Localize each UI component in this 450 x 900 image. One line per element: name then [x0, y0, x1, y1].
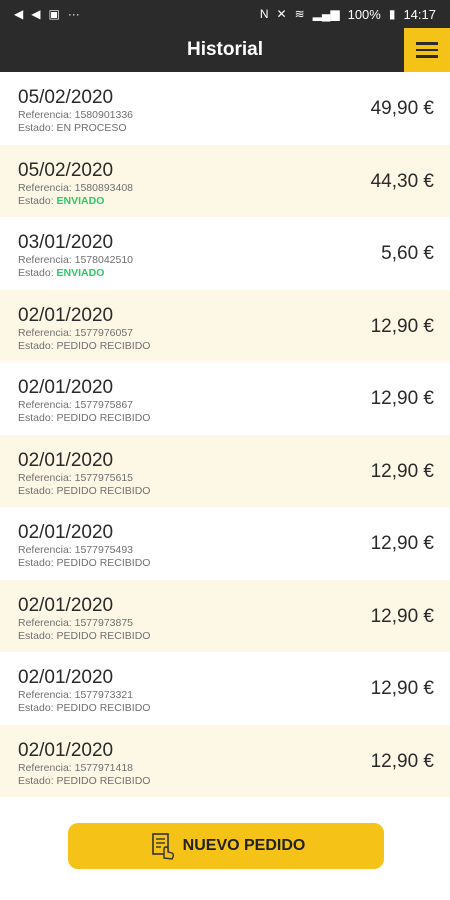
order-amount: 44,30 €	[370, 170, 434, 192]
menu-button[interactable]	[404, 28, 450, 72]
reference-value: 1577973321	[74, 689, 134, 701]
reference-value: 1580893408	[74, 181, 134, 194]
reference-label: Referencia:	[18, 689, 75, 701]
state-label: Estado:	[18, 774, 57, 787]
mute-icon: ✕	[276, 7, 287, 21]
order-state: Estado: ENVIADO	[18, 195, 432, 208]
order-row[interactable]: 02/01/2020 Referencia: 1577975493 Estado: …	[0, 507, 450, 580]
status-right-icons: N ✕ ≋ ▂▄▆ 100% ▮ 14:17	[260, 7, 436, 22]
state-label: Estado:	[18, 194, 57, 207]
state-value: ENVIADO	[56, 194, 105, 207]
app-bar: Historial	[0, 28, 450, 72]
order-amount: 12,90 €	[370, 750, 434, 772]
order-amount: 12,90 €	[370, 388, 434, 409]
order-amount: 5,60 €	[381, 243, 434, 264]
order-amount: 49,90 €	[370, 98, 434, 119]
state-value: PEDIDO RECIBIDO	[56, 557, 151, 569]
order-row[interactable]: 02/01/2020 Referencia: 1577976057 Estado: …	[0, 289, 450, 362]
order-date: 03/01/2020	[18, 232, 114, 253]
clock: 14:17	[403, 6, 436, 22]
order-row[interactable]: 02/01/2020 Referencia: 1577973321 Estado: …	[0, 652, 450, 725]
reference-label: Referencia:	[18, 471, 75, 484]
reference-label: Referencia:	[18, 181, 75, 194]
order-amount: 12,90 €	[370, 605, 434, 627]
state-value: EN PROCESO	[56, 122, 127, 134]
state-value: PEDIDO RECIBIDO	[56, 339, 151, 352]
reference-value: 1577976057	[74, 326, 134, 339]
order-state: Estado: PEDIDO RECIBIDO	[18, 775, 432, 788]
new-order-label: NUEVO PEDIDO	[182, 837, 306, 854]
hamburger-menu-icon	[416, 55, 438, 58]
reference-label: Referencia:	[18, 254, 75, 266]
order-row[interactable]: 02/01/2020 Referencia: 1577971418 Estado: …	[0, 724, 450, 797]
status-left-icons: ◀ ◀ ▣ ···	[14, 8, 80, 20]
order-state: Estado: PEDIDO RECIBIDO	[18, 557, 432, 570]
order-amount: 12,90 €	[370, 533, 434, 554]
reference-label: Referencia:	[18, 544, 75, 556]
reference-label: Referencia:	[18, 109, 75, 121]
order-reference: Referencia: 1578042510	[18, 254, 432, 267]
order-state: Estado: PEDIDO RECIBIDO	[18, 340, 432, 353]
order-amount: 12,90 €	[370, 678, 434, 699]
state-label: Estado:	[18, 412, 57, 424]
hamburger-menu-icon	[416, 42, 438, 45]
state-label: Estado:	[18, 267, 57, 279]
order-row[interactable]: 02/01/2020 Referencia: 1577975615 Estado: …	[0, 434, 450, 507]
back-arrow-icon: ◀	[14, 7, 24, 21]
page-title: Historial	[186, 39, 264, 60]
order-state: Estado: PEDIDO RECIBIDO	[18, 630, 432, 643]
state-value: PEDIDO RECIBIDO	[56, 484, 151, 497]
reference-value: 1577975493	[74, 544, 134, 556]
state-value: PEDIDO RECIBIDO	[56, 412, 151, 424]
order-state: Estado: PEDIDO RECIBIDO	[18, 485, 432, 498]
reference-value: 1577975615	[74, 471, 134, 484]
reference-label: Referencia:	[18, 326, 75, 339]
battery-icon: ▮	[388, 7, 396, 21]
order-row[interactable]: 02/01/2020 Referencia: 1577973875 Estado: …	[0, 579, 450, 652]
image-icon: ▣	[48, 7, 60, 21]
order-amount: 12,90 €	[370, 315, 434, 337]
reference-label: Referencia:	[18, 399, 75, 411]
order-history-list: 05/02/2020 Referencia: 1580901336 Estado: …	[0, 72, 450, 797]
status-bar: ◀ ◀ ▣ ··· N ✕ ≋ ▂▄▆ 100% ▮ 14:17	[0, 0, 450, 28]
reference-value: 1577975867	[74, 399, 134, 411]
reference-value: 1578042510	[74, 254, 134, 266]
state-value: PEDIDO RECIBIDO	[56, 774, 151, 787]
new-order-button[interactable]: NUEVO PEDIDO	[68, 823, 384, 869]
order-state: Estado: PEDIDO RECIBIDO	[18, 702, 432, 715]
order-amount: 12,90 €	[370, 460, 434, 482]
nfc-icon: N	[259, 7, 269, 21]
signal-icon: ▂▄▆	[312, 7, 340, 21]
order-state: Estado: ENVIADO	[18, 267, 432, 280]
order-state: Estado: PEDIDO RECIBIDO	[18, 412, 432, 425]
state-label: Estado:	[18, 557, 57, 569]
state-label: Estado:	[18, 122, 57, 134]
battery-percent: 100%	[347, 6, 381, 22]
state-label: Estado:	[18, 629, 57, 642]
reference-value: 1580901336	[74, 109, 134, 121]
state-label: Estado:	[18, 484, 57, 497]
state-value: PEDIDO RECIBIDO	[56, 629, 151, 642]
order-form-icon	[151, 833, 174, 860]
state-label: Estado:	[18, 339, 57, 352]
order-row[interactable]: 02/01/2020 Referencia: 1577975867 Estado: …	[0, 362, 450, 435]
order-row[interactable]: 05/02/2020 Referencia: 1580893408 Estado: …	[0, 144, 450, 217]
state-label: Estado:	[18, 702, 57, 714]
wifi-icon: ≋	[294, 7, 305, 21]
back-arrow-icon: ◀	[31, 7, 41, 21]
reference-value: 1577971418	[74, 761, 134, 774]
reference-value: 1577973875	[74, 616, 134, 629]
reference-label: Referencia:	[18, 761, 75, 774]
reference-label: Referencia:	[18, 616, 75, 629]
state-value: ENVIADO	[56, 267, 105, 279]
footer: NUEVO PEDIDO	[0, 797, 450, 900]
hamburger-menu-icon	[416, 48, 438, 52]
order-row[interactable]: 05/02/2020 Referencia: 1580901336 Estado: …	[0, 72, 450, 145]
order-row[interactable]: 03/01/2020 Referencia: 1578042510 Estado: …	[0, 217, 450, 290]
more-dots-icon: ···	[67, 7, 80, 21]
state-value: PEDIDO RECIBIDO	[56, 702, 151, 714]
order-state: Estado: EN PROCESO	[18, 122, 432, 135]
